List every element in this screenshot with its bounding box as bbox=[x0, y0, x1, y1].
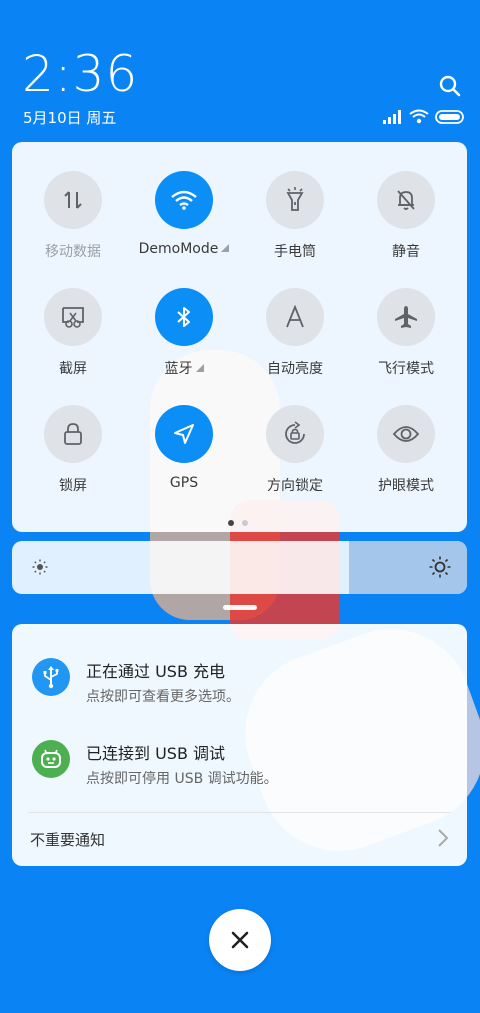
wifi-icon bbox=[155, 171, 213, 229]
screenshot-icon bbox=[44, 288, 102, 346]
tile-label: 移动数据 bbox=[45, 244, 101, 260]
brightness-low-icon bbox=[32, 559, 48, 579]
tile-lock[interactable]: 锁屏 bbox=[18, 405, 128, 495]
tile-label: 飞行模式 bbox=[378, 361, 434, 377]
tile-label: 截屏 bbox=[59, 361, 87, 377]
lock-icon bbox=[44, 405, 102, 463]
drag-handle[interactable] bbox=[223, 605, 257, 610]
signal-icon bbox=[383, 109, 401, 124]
notification-title: 已连接到 USB 调试 bbox=[86, 744, 226, 763]
usb-icon bbox=[32, 658, 70, 696]
tile-label: 手电筒 bbox=[274, 244, 316, 260]
rotation-lock-icon bbox=[266, 405, 324, 463]
tile-rotation-lock[interactable]: 方向锁定 bbox=[240, 405, 350, 495]
location-icon bbox=[155, 405, 213, 463]
tile-screenshot[interactable]: 截屏 bbox=[18, 288, 128, 378]
tile-label: DemoMode bbox=[138, 241, 219, 257]
expand-triangle-icon bbox=[195, 364, 204, 372]
page-dot[interactable] bbox=[242, 520, 248, 526]
tile-label: 自动亮度 bbox=[267, 361, 323, 377]
status-icons bbox=[383, 109, 465, 124]
tile-flashlight[interactable]: 手电筒 bbox=[240, 171, 350, 261]
tile-mute[interactable]: 静音 bbox=[351, 171, 461, 261]
notification-usb-charging[interactable]: 正在通过 USB 充电 点按即可查看更多选项。 bbox=[32, 658, 240, 706]
notification-usb-debugging[interactable]: 已连接到 USB 调试 点按即可停用 USB 调试功能。 bbox=[32, 740, 278, 788]
flashlight-icon bbox=[266, 171, 324, 229]
tile-label: 静音 bbox=[392, 244, 420, 260]
page-indicator bbox=[228, 520, 248, 526]
chevron-right-icon[interactable] bbox=[437, 828, 449, 852]
brightness-slider[interactable] bbox=[12, 541, 467, 594]
quick-settings-panel: 移动数据 DemoMode 手电筒 静音 截屏 蓝牙 自动亮度 飞行模式 锁屏 … bbox=[12, 142, 467, 532]
notification-title: 正在通过 USB 充电 bbox=[86, 662, 226, 681]
tile-wifi[interactable]: DemoMode bbox=[129, 171, 239, 257]
tile-label: 蓝牙 bbox=[164, 361, 193, 377]
tile-label: 护眼模式 bbox=[378, 478, 434, 494]
close-icon bbox=[231, 931, 249, 949]
tile-label: 锁屏 bbox=[59, 478, 87, 494]
page-dot[interactable] bbox=[228, 520, 234, 526]
tile-eye-care[interactable]: 护眼模式 bbox=[351, 405, 461, 495]
expand-triangle-icon bbox=[221, 244, 230, 252]
bluetooth-icon bbox=[155, 288, 213, 346]
tile-airplane[interactable]: 飞行模式 bbox=[351, 288, 461, 378]
wifi-status-icon bbox=[409, 109, 429, 124]
battery-icon bbox=[435, 109, 464, 124]
airplane-icon bbox=[377, 288, 435, 346]
tile-auto-brightness[interactable]: 自动亮度 bbox=[240, 288, 350, 378]
mute-icon bbox=[377, 171, 435, 229]
tile-gps[interactable]: GPS bbox=[129, 405, 239, 491]
tile-label: GPS bbox=[169, 475, 199, 491]
clock: 2:36 bbox=[22, 45, 139, 103]
android-icon bbox=[32, 740, 70, 778]
auto-brightness-icon bbox=[266, 288, 324, 346]
notification-card: 正在通过 USB 充电 点按即可查看更多选项。 已连接到 USB 调试 点按即可… bbox=[12, 624, 467, 866]
search-icon[interactable] bbox=[438, 74, 466, 102]
divider bbox=[28, 812, 451, 813]
close-button[interactable] bbox=[209, 909, 271, 971]
date: 5月10日 周五 bbox=[23, 109, 117, 127]
tile-label: 方向锁定 bbox=[267, 478, 323, 494]
brightness-high-icon bbox=[429, 556, 451, 582]
notification-subtitle: 点按即可停用 USB 调试功能。 bbox=[86, 771, 278, 787]
eye-icon bbox=[377, 405, 435, 463]
unimportant-notifications-link[interactable]: 不重要通知 bbox=[30, 829, 105, 850]
notification-subtitle: 点按即可查看更多选项。 bbox=[86, 689, 240, 705]
tile-mobile-data[interactable]: 移动数据 bbox=[18, 171, 128, 261]
tile-bluetooth[interactable]: 蓝牙 bbox=[129, 288, 239, 378]
mobile-data-icon bbox=[44, 171, 102, 229]
